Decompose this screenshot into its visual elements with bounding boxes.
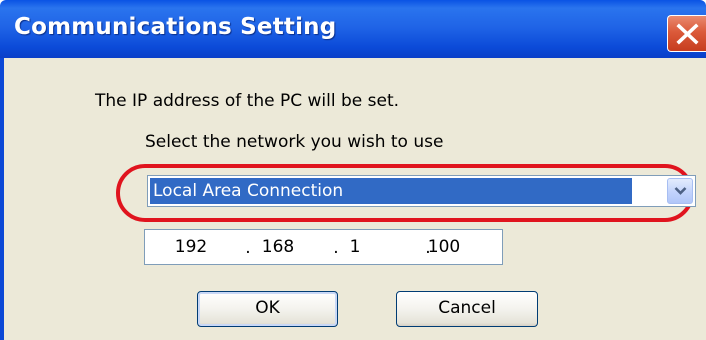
ip-octet-3[interactable]: 1 (325, 230, 385, 264)
window-title: Communications Setting (14, 14, 337, 40)
dropdown-button[interactable] (667, 178, 693, 204)
ip-address-field[interactable]: 192 . 168 . 1 . 100 (144, 229, 503, 265)
network-select[interactable]: Local Area Connection (147, 175, 696, 207)
cancel-button[interactable]: Cancel (396, 291, 538, 327)
chevron-down-icon (674, 187, 687, 195)
ip-octet-4[interactable]: 100 (414, 230, 474, 264)
network-select-value: Local Area Connection (150, 178, 632, 204)
close-button[interactable] (667, 15, 706, 52)
close-icon (676, 23, 699, 45)
ip-octet-1[interactable]: 192 (161, 230, 221, 264)
ok-button[interactable]: OK (197, 291, 338, 327)
info-message: The IP address of the PC will be set. (95, 91, 400, 111)
dialog-body: The IP address of the PC will be set. Se… (4, 58, 706, 340)
communications-setting-dialog: Communications Setting The IP address of… (0, 0, 706, 340)
network-prompt-label: Select the network you wish to use (145, 132, 444, 152)
title-bar[interactable]: Communications Setting (0, 0, 706, 58)
ip-octet-2[interactable]: 168 (248, 230, 308, 264)
